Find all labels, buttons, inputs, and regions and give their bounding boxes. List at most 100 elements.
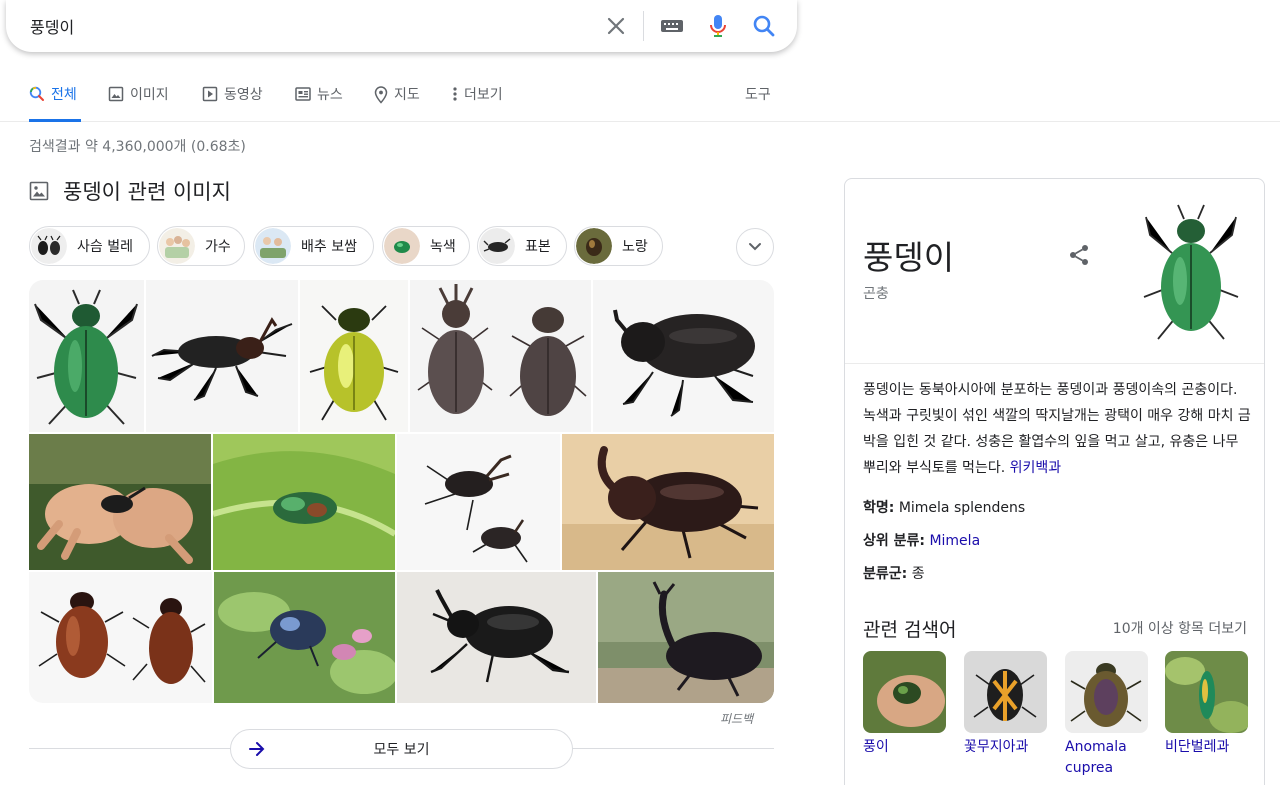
tab-label: 더보기 bbox=[464, 87, 503, 103]
tab-label: 동영상 bbox=[224, 87, 263, 103]
image-result[interactable] bbox=[300, 280, 408, 432]
image-result[interactable] bbox=[29, 280, 144, 432]
chip-thumbnail bbox=[255, 228, 291, 264]
kp-main-image[interactable] bbox=[1136, 197, 1247, 344]
related-thumbnail bbox=[964, 651, 1047, 733]
chip-specimen[interactable]: 표본 bbox=[477, 226, 567, 266]
fact-label: 학명: bbox=[863, 500, 895, 516]
fact-label: 분류군: bbox=[863, 566, 908, 582]
kp-fact-scientific-name: 학명: Mimela splendens bbox=[863, 497, 1025, 517]
images-section-title: 풍뎅이 관련 이미지 bbox=[63, 180, 231, 204]
image-result[interactable] bbox=[410, 280, 591, 432]
related-thumbnail bbox=[1165, 651, 1248, 733]
image-result[interactable] bbox=[397, 434, 560, 570]
image-result[interactable] bbox=[214, 572, 395, 703]
related-thumbnail bbox=[863, 651, 946, 733]
kp-fact-rank: 분류군: 종 bbox=[863, 563, 925, 583]
microphone-icon[interactable] bbox=[704, 12, 732, 40]
fact-label: 상위 분류: bbox=[863, 533, 925, 549]
video-icon bbox=[202, 86, 218, 102]
images-section-heading: 풍뎅이 관련 이미지 bbox=[29, 176, 231, 206]
search-bar: 풍뎅이 bbox=[6, 0, 797, 52]
image-icon bbox=[29, 181, 49, 201]
image-result[interactable] bbox=[213, 434, 395, 570]
image-result[interactable] bbox=[598, 572, 774, 703]
search-icon[interactable] bbox=[750, 12, 778, 40]
related-more-link[interactable]: 10개 이상 항목 더보기 bbox=[1113, 618, 1247, 638]
tab-more[interactable]: 더보기 bbox=[452, 84, 503, 122]
chip-thumbnail bbox=[384, 228, 420, 264]
related-item[interactable]: 꽃무지아과 bbox=[964, 651, 1047, 758]
search-icon bbox=[29, 86, 44, 101]
share-icon[interactable] bbox=[1067, 243, 1091, 271]
news-icon bbox=[295, 87, 311, 101]
chip-stag-beetle[interactable]: 사슴 벌레 bbox=[29, 226, 150, 266]
image-result[interactable] bbox=[593, 280, 774, 432]
chip-yellow[interactable]: 노랑 bbox=[574, 226, 663, 266]
tab-all[interactable]: 전체 bbox=[29, 84, 81, 122]
related-item[interactable]: 풍이 bbox=[863, 651, 946, 758]
tab-label: 전체 bbox=[51, 87, 77, 103]
chip-label: 노랑 bbox=[622, 239, 648, 255]
tab-images[interactable]: 이미지 bbox=[108, 84, 169, 122]
chip-label: 녹색 bbox=[430, 239, 456, 255]
kp-divider bbox=[845, 363, 1264, 364]
chip-thumbnail bbox=[159, 228, 195, 264]
kp-title: 풍뎅이 bbox=[863, 238, 955, 277]
chip-singer[interactable]: 가수 bbox=[157, 226, 245, 266]
chip-thumbnail bbox=[479, 228, 515, 264]
chip-thumbnail bbox=[31, 228, 67, 264]
tab-news[interactable]: 뉴스 bbox=[295, 84, 343, 122]
related-item[interactable]: Anomala cuprea bbox=[1065, 651, 1148, 779]
chip-label: 가수 bbox=[205, 239, 231, 255]
tab-label: 이미지 bbox=[130, 87, 169, 103]
fact-value: 종 bbox=[911, 566, 925, 582]
tab-label: 지도 bbox=[394, 87, 420, 103]
fact-value: Mimela splendens bbox=[898, 500, 1026, 516]
related-label: 꽃무지아과 bbox=[964, 739, 1029, 755]
map-pin-icon bbox=[374, 86, 388, 104]
chip-label: 표본 bbox=[525, 239, 551, 255]
chip-label: 배추 보쌈 bbox=[301, 239, 357, 255]
search-input[interactable]: 풍뎅이 bbox=[30, 14, 74, 38]
show-all-button[interactable]: 모두 보기 bbox=[230, 729, 573, 769]
fact-value-link[interactable]: Mimela bbox=[929, 533, 980, 549]
image-result[interactable] bbox=[29, 572, 212, 703]
image-result[interactable] bbox=[146, 280, 298, 432]
show-all-label: 모두 보기 bbox=[373, 742, 430, 758]
more-vert-icon bbox=[453, 87, 457, 101]
image-result[interactable] bbox=[562, 434, 774, 570]
chevron-down-icon bbox=[749, 243, 761, 251]
related-item[interactable]: 비단벌레과 bbox=[1165, 651, 1248, 758]
image-icon bbox=[108, 86, 124, 102]
image-result[interactable] bbox=[29, 434, 211, 570]
related-searches-title: 관련 검색어 bbox=[863, 619, 957, 641]
chip-thumbnail bbox=[576, 228, 612, 264]
related-label: 비단벌레과 bbox=[1165, 739, 1230, 755]
tools-label: 도구 bbox=[745, 87, 771, 103]
kp-description: 풍뎅이는 동북아시아에 분포하는 풍뎅이과 풍뎅이속의 곤충이다. 녹색과 구릿… bbox=[863, 377, 1251, 481]
result-stats: 검색결과 약 4,360,000개 (0.68초) bbox=[29, 139, 246, 155]
chips-expand-button[interactable] bbox=[736, 228, 774, 266]
tab-videos[interactable]: 동영상 bbox=[202, 84, 263, 122]
search-tabs: 전체 이미지 동영상 뉴스 지도 더보기 도구 bbox=[0, 70, 1280, 122]
image-grid bbox=[29, 280, 774, 703]
tools-button[interactable]: 도구 bbox=[745, 84, 771, 122]
kp-subtitle: 곤충 bbox=[863, 286, 889, 302]
feedback-link[interactable]: 피드백 bbox=[720, 710, 753, 727]
close-icon[interactable] bbox=[602, 12, 630, 40]
arrow-right-icon bbox=[249, 742, 265, 756]
chip-bossam[interactable]: 배추 보쌈 bbox=[253, 226, 374, 266]
related-label: Anomala cuprea bbox=[1065, 739, 1127, 776]
chip-green[interactable]: 녹색 bbox=[382, 226, 470, 266]
kp-source-link[interactable]: 위키백과 bbox=[1010, 460, 1062, 476]
keyboard-icon[interactable] bbox=[658, 12, 686, 40]
kp-fact-parent-taxon: 상위 분류: Mimela bbox=[863, 530, 980, 550]
image-result[interactable] bbox=[397, 572, 596, 703]
search-divider bbox=[643, 11, 644, 41]
tab-maps[interactable]: 지도 bbox=[374, 84, 420, 122]
related-thumbnail bbox=[1065, 651, 1148, 733]
related-label: 풍이 bbox=[863, 739, 889, 755]
knowledge-panel: 풍뎅이 곤충 풍뎅이는 동북아시아에 분포하는 풍뎅이과 풍뎅이속의 곤충이다.… bbox=[844, 178, 1265, 785]
tab-label: 뉴스 bbox=[317, 87, 343, 103]
